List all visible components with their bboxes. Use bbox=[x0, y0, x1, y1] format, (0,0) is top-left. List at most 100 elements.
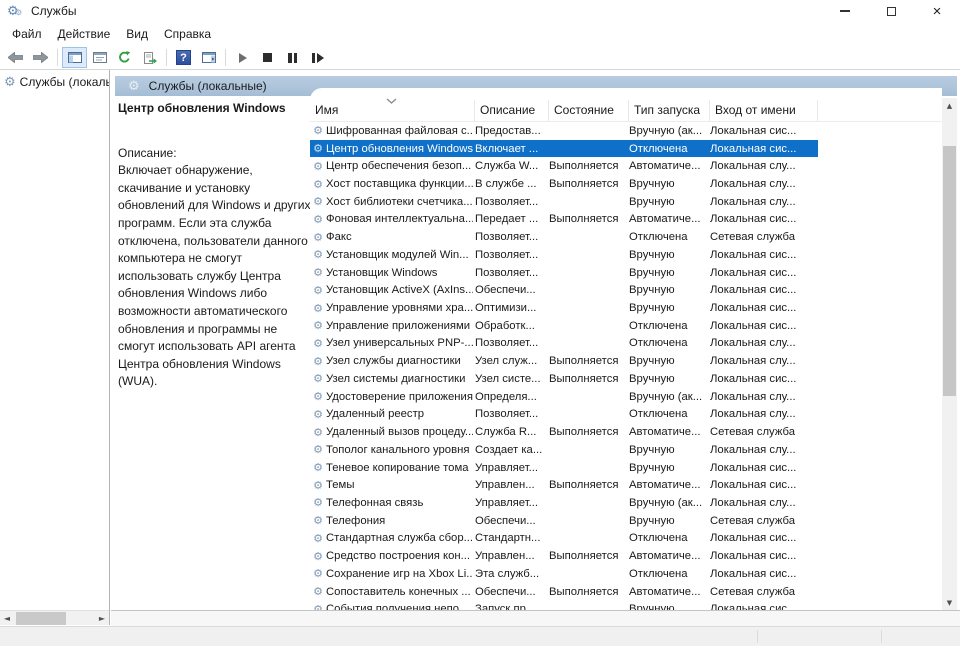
menu-item[interactable]: Действие bbox=[50, 24, 119, 44]
table-vertical-scrollbar[interactable]: ▲ ▼ bbox=[942, 98, 957, 610]
forward-icon[interactable] bbox=[28, 47, 53, 68]
question-mark-icon: ? bbox=[176, 50, 191, 65]
cell: Позволяет... bbox=[475, 231, 549, 243]
service-gear-icon: ⚙ bbox=[310, 267, 326, 278]
back-icon[interactable] bbox=[3, 47, 28, 68]
cell: Выполняется bbox=[549, 160, 629, 172]
table-row[interactable]: ⚙Средство построения кон...Управлен...Вы… bbox=[310, 547, 818, 565]
table-row[interactable]: ⚙Сопоставитель конечных ...Обеспечи...Вы… bbox=[310, 583, 818, 601]
service-gear-icon: ⚙ bbox=[310, 143, 326, 154]
cell: Вручную (ак... bbox=[629, 125, 710, 137]
table-row[interactable]: ⚙Хост библиотеки счетчика...Позволяет...… bbox=[310, 193, 818, 211]
column-header[interactable]: Описание bbox=[475, 100, 549, 121]
cell: Вручную bbox=[629, 603, 710, 610]
cell: Локальная слу... bbox=[710, 391, 818, 403]
service-gear-icon: ⚙ bbox=[310, 196, 326, 207]
service-gear-icon: ⚙ bbox=[310, 497, 326, 508]
cell: Отключена bbox=[629, 337, 710, 349]
export-list-icon[interactable] bbox=[137, 47, 162, 68]
cell: Выполняется bbox=[549, 586, 629, 598]
table-row[interactable]: ⚙События получения непо...Запуск пр... Вр… bbox=[310, 600, 818, 610]
column-header[interactable]: Вход от имени bbox=[710, 100, 818, 121]
scrollbar-thumb[interactable] bbox=[16, 612, 66, 625]
table-row[interactable]: ⚙Удаленный вызов процеду...Служба R...Вы… bbox=[310, 423, 818, 441]
selected-service-title: Центр обновления Windows bbox=[118, 100, 316, 118]
tree-horizontal-scrollbar[interactable]: ◄ ► bbox=[0, 610, 109, 625]
cell: Локальная сис... bbox=[710, 125, 818, 137]
stop-service-icon[interactable] bbox=[255, 47, 280, 68]
service-name-cell: ⚙События получения непо... bbox=[310, 603, 475, 610]
service-name-cell: ⚙Управление приложениями bbox=[310, 320, 475, 332]
table-row[interactable]: ⚙Центр обновления WindowsВключает ...Отк… bbox=[310, 140, 818, 158]
description-label: Описание: bbox=[118, 145, 316, 163]
cell: Позволяет... bbox=[475, 408, 549, 420]
table-row[interactable]: ⚙ФаксПозволяет...ОтключенаСетевая служба bbox=[310, 228, 818, 246]
service-name-cell: ⚙Узел службы диагностики bbox=[310, 355, 475, 367]
tree-item-services-local[interactable]: ⚙ Службы (локальные) bbox=[0, 70, 109, 93]
minimize-button[interactable] bbox=[822, 0, 868, 22]
menu-item[interactable]: Справка bbox=[156, 24, 219, 44]
service-name-cell: ⚙Фоновая интеллектуальна... bbox=[310, 213, 475, 225]
service-gear-icon: ⚙ bbox=[310, 515, 326, 526]
table-header-row: ИмяОписаниеСостояниеТип запускаВход от и… bbox=[310, 88, 942, 122]
table-row[interactable]: ⚙Установщик WindowsПозволяет...ВручнуюЛо… bbox=[310, 264, 818, 282]
table-row[interactable]: ⚙Узел службы диагностикиУзел служ...Выпо… bbox=[310, 352, 818, 370]
table-row[interactable]: ⚙Узел универсальных PNP-...Позволяет...О… bbox=[310, 335, 818, 353]
column-header[interactable]: Состояние bbox=[549, 100, 629, 121]
table-row[interactable]: ⚙Удаленный реестрПозволяет...ОтключенаЛо… bbox=[310, 406, 818, 424]
menu-item[interactable]: Файл bbox=[4, 24, 50, 44]
table-row[interactable]: ⚙Центр обеспечения безоп...Служба W...Вы… bbox=[310, 157, 818, 175]
service-gear-icon: ⚙ bbox=[310, 320, 326, 331]
close-button[interactable]: × bbox=[914, 0, 960, 22]
table-row[interactable]: ⚙Установщик ActiveX (AxIns...Обеспечи...… bbox=[310, 281, 818, 299]
menu-item[interactable]: Вид bbox=[118, 24, 156, 44]
scroll-down-icon[interactable]: ▼ bbox=[942, 595, 957, 610]
status-bar-divider bbox=[757, 630, 758, 643]
table-row[interactable]: ⚙Теневое копирование томаУправляет...Вру… bbox=[310, 459, 818, 477]
scroll-right-icon[interactable]: ► bbox=[95, 611, 109, 626]
cell: Узел систе... bbox=[475, 373, 549, 385]
cell: Позволяет... bbox=[475, 267, 549, 279]
cell: Обеспечи... bbox=[475, 586, 549, 598]
table-row[interactable]: ⚙Фоновая интеллектуальна...Передает ...В… bbox=[310, 211, 818, 229]
service-name-cell: ⚙Удостоверение приложения bbox=[310, 391, 475, 403]
properties-icon[interactable] bbox=[87, 47, 112, 68]
cell: Выполняется bbox=[549, 373, 629, 385]
scroll-left-icon[interactable]: ◄ bbox=[0, 611, 14, 626]
table-row[interactable]: ⚙Телефонная связьУправляет...Вручную (ак… bbox=[310, 494, 818, 512]
toolbar-separator bbox=[57, 49, 58, 66]
table-row[interactable]: ⚙Тополог канального уровняСоздает ка...В… bbox=[310, 441, 818, 459]
maximize-button[interactable] bbox=[868, 0, 914, 22]
table-row[interactable]: ⚙Сохранение игр на Xbox Li...Эта служб..… bbox=[310, 565, 818, 583]
cell: Эта служб... bbox=[475, 568, 549, 580]
show-action-pane-icon[interactable] bbox=[196, 47, 221, 68]
table-row[interactable]: ⚙Удостоверение приложенияОпределя...Вруч… bbox=[310, 388, 818, 406]
column-header[interactable]: Тип запуска bbox=[629, 100, 710, 121]
table-row[interactable]: ⚙Стандартная служба сбор...Стандартн...О… bbox=[310, 530, 818, 548]
restart-service-icon[interactable] bbox=[305, 47, 330, 68]
show-console-tree-icon[interactable] bbox=[62, 47, 87, 68]
table-row[interactable]: ⚙Узел системы диагностикиУзел систе...Вы… bbox=[310, 370, 818, 388]
service-name-cell: ⚙Тополог канального уровня bbox=[310, 444, 475, 456]
scroll-up-icon[interactable]: ▲ bbox=[942, 98, 957, 113]
table-row[interactable]: ⚙Шифрованная файловая с...Предостав...Вр… bbox=[310, 122, 818, 140]
cell: Включает ... bbox=[475, 143, 549, 155]
help-icon[interactable]: ? bbox=[171, 47, 196, 68]
refresh-icon[interactable] bbox=[112, 47, 137, 68]
table-row[interactable]: ⚙ТелефонияОбеспечи...ВручнуюСетевая служ… bbox=[310, 512, 818, 530]
cell: Локальная сис... bbox=[710, 568, 818, 580]
table-row[interactable]: ⚙Управление уровнями хра...Оптимизи...Вр… bbox=[310, 299, 818, 317]
service-name-cell: ⚙Сохранение игр на Xbox Li... bbox=[310, 568, 475, 580]
start-service-icon[interactable] bbox=[230, 47, 255, 68]
table-row[interactable]: ⚙Хост поставщика функции...В службе ...В… bbox=[310, 175, 818, 193]
pause-service-icon[interactable] bbox=[280, 47, 305, 68]
scrollbar-thumb[interactable] bbox=[943, 146, 956, 396]
table-row[interactable]: ⚙Установщик модулей Win...Позволяет...Вр… bbox=[310, 246, 818, 264]
service-name-cell: ⚙Темы bbox=[310, 479, 475, 491]
cell: Локальная слу... bbox=[710, 178, 818, 190]
table-row[interactable]: ⚙Управление приложениямиОбработк...Отклю… bbox=[310, 317, 818, 335]
table-row[interactable]: ⚙ТемыУправлен...ВыполняетсяАвтоматиче...… bbox=[310, 476, 818, 494]
service-name-cell: ⚙Установщик ActiveX (AxIns... bbox=[310, 284, 475, 296]
cell: Запуск пр... bbox=[475, 603, 549, 610]
cell: Сетевая служба bbox=[710, 515, 818, 527]
